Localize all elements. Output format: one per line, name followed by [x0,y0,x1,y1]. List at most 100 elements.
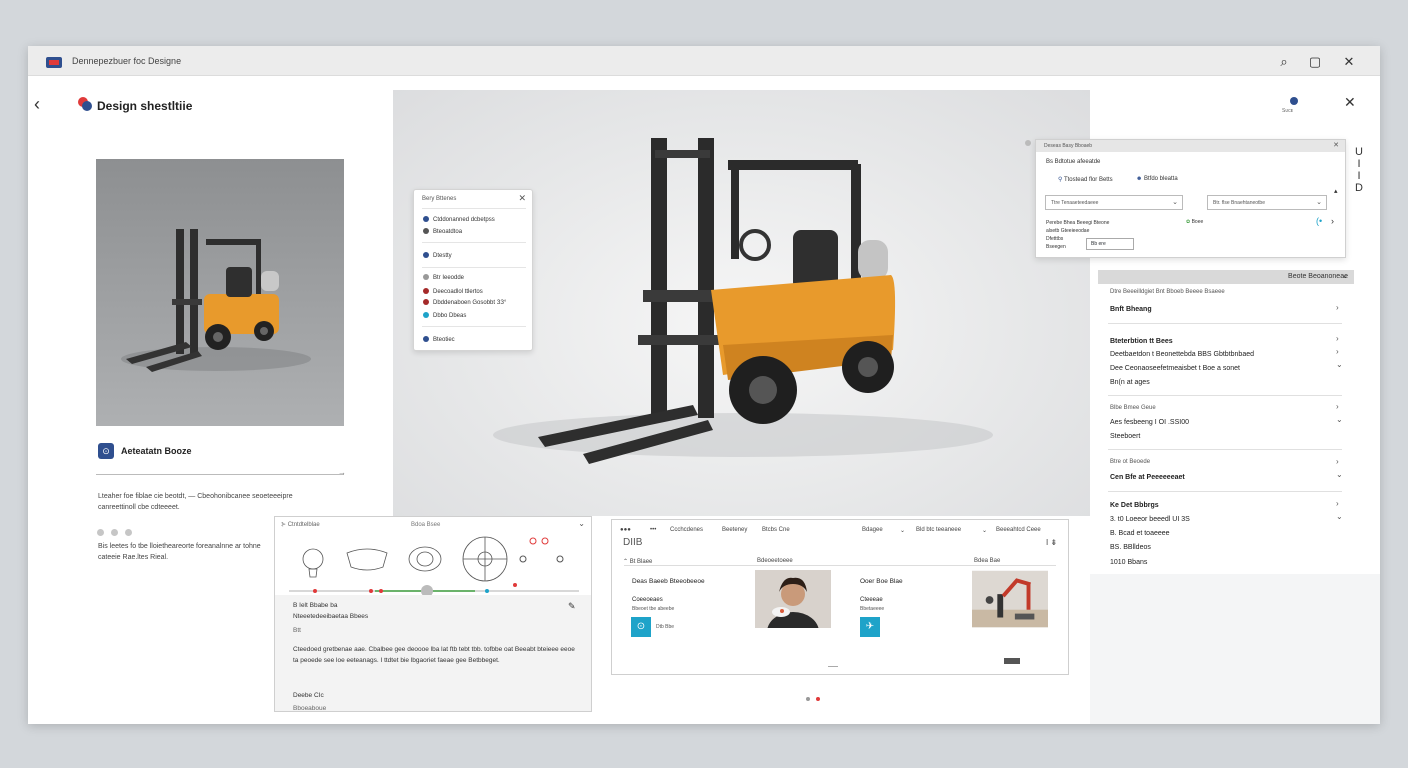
vertical-char: I [1357,158,1361,170]
dot[interactable] [111,529,118,536]
column-header: ⌃ Bt Blaee [623,559,653,565]
bullet-icon [423,288,429,294]
forklift-thumbnail-image [121,229,311,372]
popup-item[interactable]: Deecoadlol ttlertos [423,288,483,295]
edit-icon[interactable]: ✎ [568,601,576,612]
chevron-down-icon[interactable]: ⌄ [1336,470,1343,479]
bullet-icon [423,228,429,234]
accordion-item[interactable]: Bnft Bheang [1110,306,1152,313]
info-icon[interactable]: ⊙ [98,443,114,459]
select-dropdown[interactable]: Btr. flse Bnaehtaneotbe ⌄ [1207,195,1327,210]
popup-item[interactable]: Dbddenaboen Gosobbt ЗЗ° [423,299,506,306]
robot-arm-photo[interactable] [972,570,1048,628]
option-label: Ttostead flor Betts [1063,177,1113,183]
sort-icon[interactable]: I ⇟ [1046,538,1057,547]
window-title: Dennepezbuer foc Designe [72,56,182,66]
popup-item[interactable]: Bteotiec [423,336,455,343]
accordion-item[interactable]: B. Bcad et toaeeee [1110,530,1170,537]
nav-dots-icon[interactable]: ●●● [620,527,631,533]
option-radio[interactable]: ☻ Btfdo bleatta [1136,176,1178,182]
nav-tab[interactable]: Ccchcdenes [670,527,703,533]
popup-item-label: Btr Ieeodde [433,275,465,281]
config-close-icon[interactable]: ✕ [1333,141,1339,149]
details-footer-2: Bboeaboue [293,705,327,712]
accordion-item[interactable]: Bn(n at ages [1110,379,1150,386]
person-photo[interactable] [755,570,831,628]
scroll-thumb[interactable] [1004,658,1020,664]
chevron-right-icon[interactable]: › [1336,402,1339,411]
nav-dropdown[interactable]: Bld btc teeaneee [916,527,961,533]
chevron-right-icon[interactable]: › [1336,457,1339,466]
card-action-icon[interactable]: ⊙ [631,617,651,637]
popup-item[interactable]: Btr Ieeodde [423,274,464,281]
chevron-down-icon[interactable]: ⌄ [1336,512,1343,521]
accordion-item[interactable]: Deetbaetdon t Beonettebda BBS Gbtbtbnbae… [1110,351,1254,358]
accordion-item[interactable]: BS. BBlldeos [1110,544,1151,551]
send-icon[interactable]: ✈ [860,617,880,637]
accordion-item[interactable]: 1010 Bbans [1110,559,1147,566]
accordion-item[interactable]: Steeboert [1110,433,1140,440]
chevron-right-icon[interactable]: › [1336,334,1339,343]
option-radio[interactable]: ⚲ Ttostead flor Betts [1058,176,1113,183]
details-subtitle: Nteeetedeeibaetaa Bbees [293,613,369,620]
carousel-dots[interactable] [97,523,139,541]
dot[interactable] [806,697,810,701]
config-badge-label: Boee [1191,219,1204,225]
chevron-down-icon[interactable]: ⌄ [982,527,987,534]
accordion-item[interactable]: Bteterbtion tt Bees [1110,338,1173,345]
back-button[interactable]: ‹ [34,94,50,115]
config-note: Perebe Bhea Beeegi Bteone [1046,220,1110,226]
accordion-item[interactable]: Blbe Bmee Geue [1110,405,1156,411]
nav-tab[interactable]: Btcbs Cne [762,527,790,533]
popup-item-label: Dbddenaboen Gosobbt ЗЗ° [433,300,507,306]
bullet-icon [423,312,429,318]
nav-more-icon[interactable]: ••• [650,527,656,533]
dot[interactable] [97,529,104,536]
chevron-right-icon[interactable]: › [1331,216,1334,226]
quantity-field[interactable]: Bb ere [1086,238,1134,250]
accordion-item[interactable]: Cen Bfe at Peeeeeeaet [1110,474,1185,481]
dot[interactable] [816,697,820,701]
accordion-header[interactable]: Beote Beoanoneae ⌄ [1098,270,1354,284]
window-close-button[interactable]: ✕ [1338,52,1360,72]
popup-item[interactable]: Bteoatdtoa [423,228,462,235]
accordion-item[interactable]: Dee Ceonaoseefetmeaisbet t Boe a sonet [1110,365,1240,372]
popup-close-icon[interactable]: ✕ [518,193,526,204]
nav-tab[interactable]: Beeteney [722,527,747,533]
caret-up-icon[interactable]: ▴ [1334,187,1338,195]
pagination-dots[interactable] [806,688,826,706]
section-title: DIIB [623,537,643,548]
popup-item[interactable]: Dbbo Dbeas [423,312,466,319]
nav-dropdown[interactable]: Beeeahtcd Ceee [996,527,1041,533]
select-value: Btr. flse Bnaehtaneotbe [1213,200,1265,206]
product-thumbnail[interactable] [96,159,344,426]
divider [1108,323,1342,324]
popup-item[interactable]: Dtestty [423,252,452,259]
popup-item[interactable]: Ctddonanned dcbetpss [423,216,495,223]
config-title: Deseas Basy Bboaeb [1044,143,1093,149]
toggle-icon[interactable]: (• [1316,216,1322,226]
chevron-right-icon[interactable]: › [1336,499,1339,508]
config-subtitle: Bs Bdtotue afeeatde [1046,159,1101,165]
user-icon: ☻ [1136,176,1144,182]
config-note: Dfetttbs [1046,236,1064,242]
help-icon[interactable] [1290,97,1298,105]
chevron-right-icon[interactable]: › [1336,303,1339,312]
accordion-item[interactable]: Ke Det Bbbrgs [1110,502,1159,509]
chevron-down-icon[interactable]: ⌄ [900,527,905,534]
chevron-right-icon[interactable]: › [1336,347,1339,356]
search-icon[interactable]: ⌕ [1273,52,1295,72]
lock-icon[interactable]: ▢ [1304,52,1326,72]
chevron-down-icon[interactable]: ⌄ [1336,415,1343,424]
select-dropdown[interactable]: Ttre Tenaaeteedaeee ⌄ [1045,195,1183,210]
accordion-item[interactable]: 3. t0 Loeeor beeedl UI 3S [1110,516,1190,523]
accordion-item[interactable]: Btre ot Beoede [1110,459,1150,465]
description-text-2: Bis leetes fo tbe lloietheareorte forean… [98,543,261,561]
details-footer: Deebe CIc [293,692,324,699]
accordion-item[interactable]: Aes fesbeeng I OI .SSI00 [1110,419,1189,426]
panel-close-button[interactable]: ✕ [1344,94,1356,111]
config-badge: ✿ Boee [1186,219,1203,225]
chevron-down-icon[interactable]: ⌄ [1336,360,1343,369]
nav-dropdown[interactable]: Bdagee [862,527,883,533]
dot[interactable] [125,529,132,536]
